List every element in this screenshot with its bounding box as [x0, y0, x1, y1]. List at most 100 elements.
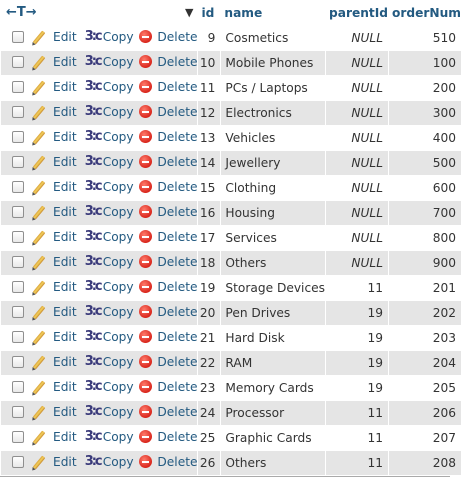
edit-label: Edit	[53, 254, 77, 269]
row-checkbox[interactable]	[12, 455, 24, 468]
copy-button[interactable]: 3:c Copy	[84, 329, 134, 345]
row-checkbox[interactable]	[12, 130, 24, 143]
copy-button[interactable]: 3:c Copy	[84, 304, 134, 320]
column-header-name[interactable]: name	[220, 0, 325, 26]
row-select-cell	[1, 26, 24, 51]
delete-button[interactable]: Delete	[139, 205, 197, 219]
copy-button[interactable]: 3:c Copy	[84, 129, 134, 145]
copy-icon: 3:c	[84, 178, 103, 194]
row-checkbox[interactable]	[12, 230, 24, 243]
cell-name: RAM	[220, 351, 325, 376]
edit-button[interactable]: Edit	[32, 179, 77, 195]
edit-button[interactable]: Edit	[32, 329, 77, 345]
sort-dropdown-icon[interactable]: ▼	[185, 6, 193, 19]
copy-button[interactable]: 3:c Copy	[84, 354, 134, 370]
cell-id: 9	[197, 26, 221, 51]
edit-button[interactable]: Edit	[32, 454, 77, 470]
row-checkbox[interactable]	[12, 155, 24, 168]
column-arrows-control[interactable]: ←T→	[6, 5, 37, 20]
row-select-cell	[1, 101, 24, 126]
edit-button[interactable]: Edit	[32, 404, 77, 420]
row-checkbox[interactable]	[12, 255, 24, 268]
row-checkbox[interactable]	[12, 180, 24, 193]
delete-button[interactable]: Delete	[139, 180, 197, 194]
column-header-id[interactable]: id	[197, 0, 221, 26]
delete-button[interactable]: Delete	[139, 280, 197, 294]
edit-button[interactable]: Edit	[32, 54, 77, 70]
delete-button[interactable]: Delete	[139, 30, 197, 44]
delete-button[interactable]: Delete	[139, 255, 197, 269]
copy-button[interactable]: 3:c Copy	[84, 104, 134, 120]
copy-button[interactable]: 3:c Copy	[84, 279, 134, 295]
row-checkbox[interactable]	[12, 280, 24, 293]
table-header-row: ←T→ ▼ id name parentId orderNum	[1, 0, 461, 26]
column-header-parentid[interactable]: parentId	[325, 0, 388, 26]
delete-button[interactable]: Delete	[139, 330, 197, 344]
copy-label: Copy	[102, 204, 134, 219]
row-checkbox[interactable]	[12, 405, 24, 418]
row-checkbox[interactable]	[12, 330, 24, 343]
cell-ordernum: 900	[388, 251, 461, 276]
copy-button[interactable]: 3:c Copy	[84, 54, 134, 70]
delete-button[interactable]: Delete	[139, 430, 197, 444]
copy-button[interactable]: 3:c Copy	[84, 154, 134, 170]
edit-button[interactable]: Edit	[32, 29, 77, 45]
copy-button[interactable]: 3:c Copy	[84, 379, 134, 395]
row-checkbox[interactable]	[12, 380, 24, 393]
row-select-cell	[1, 201, 24, 226]
delete-button[interactable]: Delete	[139, 230, 197, 244]
edit-button[interactable]: Edit	[32, 204, 77, 220]
delete-button[interactable]: Delete	[139, 105, 197, 119]
delete-button[interactable]: Delete	[139, 130, 197, 144]
cell-id: 10	[197, 51, 221, 76]
copy-cell: 3:c Copy	[83, 51, 140, 76]
delete-label: Delete	[157, 129, 198, 144]
delete-button[interactable]: Delete	[139, 55, 197, 69]
table-row: Edit 3:c Copy Delete 18 Others NULL 900	[1, 251, 461, 276]
copy-button[interactable]: 3:c Copy	[84, 429, 134, 445]
row-select-cell	[1, 376, 24, 401]
row-checkbox[interactable]	[12, 105, 24, 118]
delete-button[interactable]: Delete	[139, 80, 197, 94]
copy-button[interactable]: 3:c Copy	[84, 454, 134, 470]
row-checkbox[interactable]	[12, 305, 24, 318]
copy-button[interactable]: 3:c Copy	[84, 204, 134, 220]
row-checkbox[interactable]	[12, 80, 24, 93]
edit-button[interactable]: Edit	[32, 79, 77, 95]
copy-button[interactable]: 3:c Copy	[84, 254, 134, 270]
delete-button[interactable]: Delete	[139, 155, 197, 169]
delete-button[interactable]: Delete	[139, 380, 197, 394]
edit-cell: Edit	[24, 451, 84, 476]
table-row: Edit 3:c Copy Delete 16 Housing NULL 700	[1, 201, 461, 226]
row-checkbox[interactable]	[12, 355, 24, 368]
edit-button[interactable]: Edit	[32, 279, 77, 295]
edit-button[interactable]: Edit	[32, 129, 77, 145]
row-checkbox[interactable]	[12, 30, 24, 43]
copy-button[interactable]: 3:c Copy	[84, 179, 134, 195]
delete-cell: Delete	[139, 401, 198, 426]
edit-button[interactable]: Edit	[32, 429, 77, 445]
delete-button[interactable]: Delete	[139, 405, 197, 419]
row-checkbox[interactable]	[12, 430, 24, 443]
row-checkbox[interactable]	[12, 55, 24, 68]
delete-button[interactable]: Delete	[139, 355, 197, 369]
edit-button[interactable]: Edit	[32, 304, 77, 320]
delete-button[interactable]: Delete	[139, 305, 197, 319]
column-header-ordernum[interactable]: orderNum	[388, 0, 461, 26]
edit-button[interactable]: Edit	[32, 229, 77, 245]
edit-button[interactable]: Edit	[32, 354, 77, 370]
cell-ordernum: 208	[388, 451, 461, 476]
copy-button[interactable]: 3:c Copy	[84, 404, 134, 420]
row-checkbox[interactable]	[12, 205, 24, 218]
edit-button[interactable]: Edit	[32, 379, 77, 395]
delete-label: Delete	[157, 104, 198, 119]
delete-button[interactable]: Delete	[139, 455, 197, 469]
cell-id: 21	[197, 326, 221, 351]
copy-button[interactable]: 3:c Copy	[84, 229, 134, 245]
copy-button[interactable]: 3:c Copy	[84, 79, 134, 95]
edit-label: Edit	[53, 379, 77, 394]
edit-button[interactable]: Edit	[32, 104, 77, 120]
edit-button[interactable]: Edit	[32, 154, 77, 170]
copy-button[interactable]: 3:c Copy	[84, 29, 134, 45]
edit-button[interactable]: Edit	[32, 254, 77, 270]
